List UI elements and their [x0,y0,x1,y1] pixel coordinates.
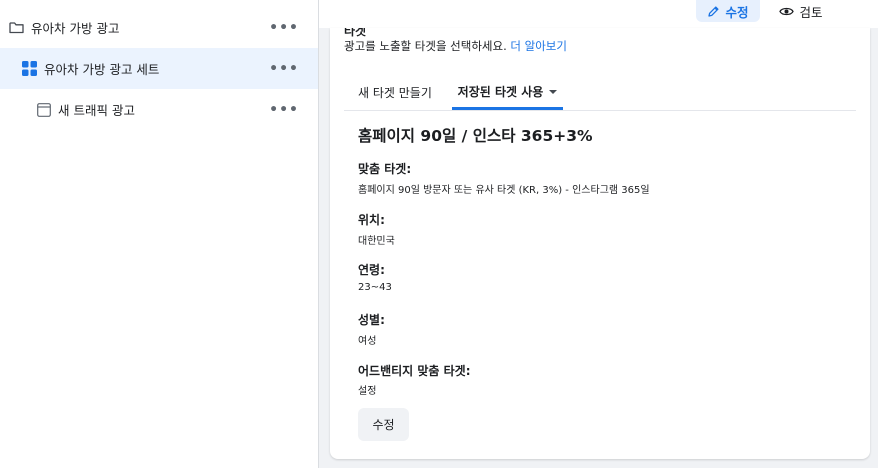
more-options-icon[interactable]: ••• [269,61,299,77]
review-mode-label: 검토 [799,4,823,20]
learn-more-link[interactable]: 더 알아보기 [510,39,567,53]
audience-tabs: 새 타겟 만들기 저장된 타겟 사용 [344,76,856,111]
tree-item-label: 유아차 가방 광고 세트 [44,62,160,77]
more-options-icon[interactable]: ••• [269,102,299,118]
tab-create-new-audience[interactable]: 새 타겟 만들기 [358,76,432,109]
more-options-icon[interactable]: ••• [269,20,299,36]
tree-item-label: 새 트래픽 광고 [58,103,135,118]
age-value: 23~43 [358,282,392,293]
pencil-icon [707,5,720,18]
custom-audience-value: 홈페이지 90일 방문자 또는 유사 타겟 (KR, 3%) - 인스타그램 3… [358,185,650,196]
caret-down-icon [549,89,558,94]
folder-icon [8,21,24,34]
edit-mode-label: 수정 [725,4,749,20]
tab-label: 저장된 타겟 사용 [457,85,544,99]
gender-label: 성별: [358,313,385,327]
review-mode-button[interactable]: 검토 [771,0,831,22]
location-value: 대한민국 [358,236,395,247]
edit-audience-button[interactable]: 수정 [358,408,409,441]
age-label: 연령: [358,263,385,277]
eye-icon [779,6,795,17]
audience-card: 타겟 광고를 노출할 타겟을 선택하세요. 더 알아보기 새 타겟 만들기 저장… [330,28,870,459]
campaign-tree-panel: 유아차 가방 광고 ••• 유아차 가방 광고 세트 ••• 새 트래픽 광고 … [0,0,319,468]
saved-audience-title: 홈페이지 90일 / 인스타 365+3% [358,127,593,145]
tree-item-campaign[interactable]: 유아차 가방 광고 ••• [0,7,318,48]
location-label: 위치: [358,213,385,227]
ad-window-icon [36,102,52,117]
custom-audience-label: 맞춤 타겟: [358,162,412,176]
advantage-audience-label: 어드밴티지 맞춤 타겟: [358,364,471,378]
tree-item-label: 유아차 가방 광고 [31,21,120,36]
tab-label: 새 타겟 만들기 [358,86,432,100]
editor-panel: 수정 검토 타겟 광고를 노출할 타겟을 선택하세요. 더 알아보기 새 타겟 … [319,0,878,468]
edit-mode-button[interactable]: 수정 [696,0,760,22]
tree-item-ad[interactable]: 새 트래픽 광고 ••• [0,89,318,130]
tab-saved-audience[interactable]: 저장된 타겟 사용 [452,76,563,110]
description-text: 광고를 노출할 타겟을 선택하세요. [344,39,507,53]
advantage-audience-value: 설정 [358,386,377,397]
editor-toolbar: 수정 검토 [319,0,878,28]
gender-value: 여성 [358,336,377,347]
ad-set-grid-icon [21,61,37,76]
tree-item-ad-set[interactable]: 유아차 가방 광고 세트 ••• [0,48,318,89]
audience-description: 광고를 노출할 타겟을 선택하세요. 더 알아보기 [344,38,567,54]
